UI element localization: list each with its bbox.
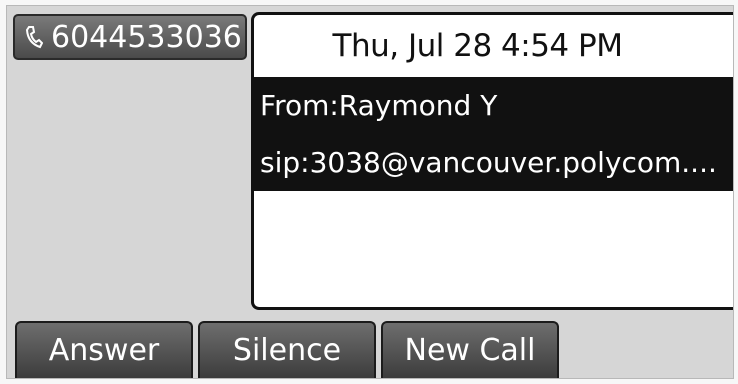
date-time-display: Thu, Jul 28 4:54 PM xyxy=(332,28,623,64)
line-number: 6044533036 xyxy=(51,19,242,55)
phone-icon xyxy=(21,22,47,52)
call-info-panel: Thu, Jul 28 4:54 PM From:Raymond Y sip:3… xyxy=(251,12,733,310)
softkey-bar: Answer Silence New Call xyxy=(7,321,733,378)
phone-display: 6044533036 Thu, Jul 28 4:54 PM From:Raym… xyxy=(6,5,734,379)
silence-softkey[interactable]: Silence xyxy=(198,321,376,378)
caller-name: From:Raymond Y xyxy=(260,89,498,122)
incoming-call-highlight[interactable]: From:Raymond Y sip:3038@vancouver.polyco… xyxy=(254,77,733,191)
caller-address: sip:3038@vancouver.polycom.... xyxy=(260,146,717,179)
answer-softkey[interactable]: Answer xyxy=(15,321,193,378)
new-call-softkey[interactable]: New Call xyxy=(381,321,559,378)
line-key-button[interactable]: 6044533036 xyxy=(13,14,247,60)
